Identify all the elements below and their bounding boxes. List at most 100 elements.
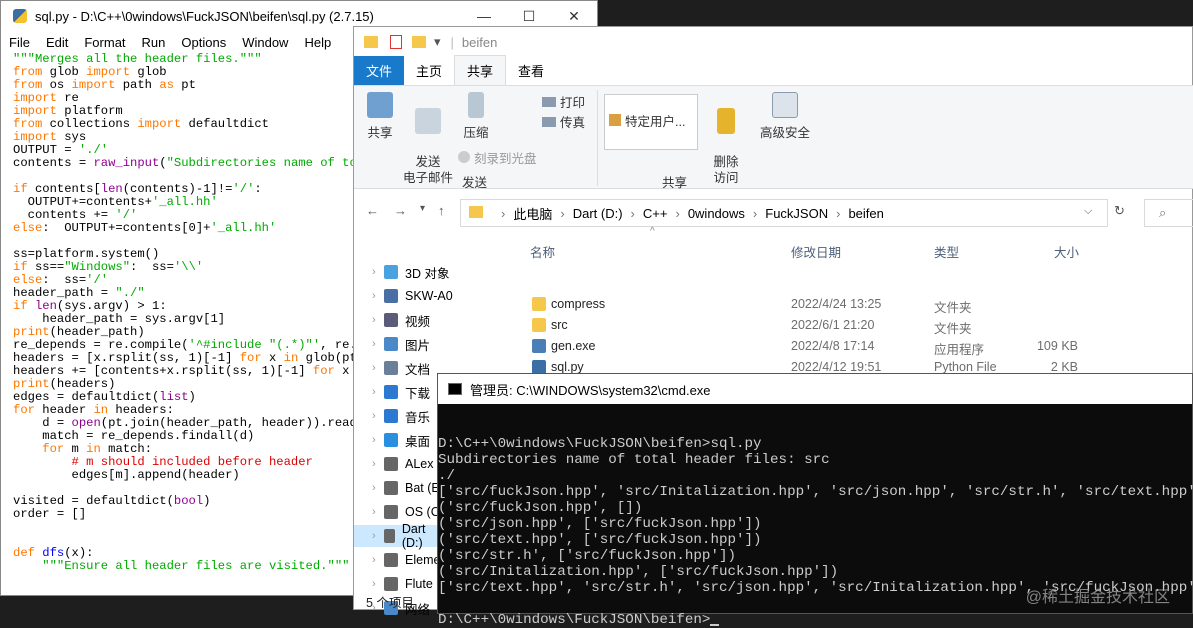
zip-button[interactable]: 压缩 [458,92,494,141]
folder-icon [532,318,546,332]
menu-window[interactable]: Window [242,35,288,50]
expand-chevron-icon[interactable]: › [372,482,376,494]
breadcrumb-item[interactable]: C++ [643,206,668,221]
explorer-title: beifen [461,34,498,50]
specific-users-list[interactable]: 特定用户... [604,94,698,150]
nav-item-icon [384,577,398,591]
nav-item[interactable]: › 桌面 [372,429,430,451]
cmd-title-bar[interactable]: 管理员: C:\WINDOWS\system32\cmd.exe [438,374,1192,404]
nav-item[interactable]: › 3D 对象 [372,261,449,283]
nav-item-label: 文档 [405,362,431,377]
menu-edit[interactable]: Edit [46,35,68,50]
watermark: @稀土掘金技术社区 [1025,589,1170,606]
expand-chevron-icon[interactable]: › [372,578,376,590]
properties-icon[interactable] [390,35,402,49]
chevron-right-icon[interactable]: › [675,206,679,221]
file-date: 2022/4/8 17:14 [791,339,875,353]
nav-item[interactable]: › 下载 [372,381,431,403]
file-row[interactable]: src 2022/6/1 21:20 文件夹 [514,315,1134,336]
tab-share[interactable]: 共享 [454,55,507,85]
nav-item-label: Flute [405,577,433,591]
nav-item-icon [384,529,395,543]
tab-file[interactable]: 文件 [354,56,405,85]
address-chevron-icon[interactable]: ⌵ [1084,205,1092,218]
column-type[interactable]: 类型 [934,242,959,261]
advanced-security-button[interactable]: 高级安全 [758,92,812,141]
menu-file[interactable]: File [9,35,30,50]
console-line: ('src/text.hpp', ['src/fuckJson.hpp']) [438,532,762,548]
nav-item[interactable]: › 文档 [372,357,431,379]
expand-chevron-icon[interactable]: › [372,434,376,446]
menu-options[interactable]: Options [181,35,226,50]
nav-item-icon [384,385,398,399]
chevron-down-icon[interactable]: ▾ [434,34,441,50]
expand-chevron-icon[interactable]: › [372,386,376,398]
menu-help[interactable]: Help [304,35,331,50]
expand-chevron-icon[interactable]: › [372,362,376,374]
expand-chevron-icon[interactable]: › [372,458,376,470]
expand-chevron-icon[interactable]: › [372,530,376,542]
breadcrumb-item[interactable]: 此电脑 [513,204,552,223]
expand-chevron-icon[interactable]: › [372,338,376,350]
breadcrumb-item[interactable]: Dart (D:) [573,206,623,221]
share-button[interactable]: 共享 [362,92,398,141]
column-name[interactable]: 名称 [530,242,555,261]
nav-item-label: 视频 [405,314,431,329]
refresh-icon[interactable]: ↻ [1114,203,1125,219]
print-button[interactable]: 打印 [542,92,585,111]
fax-button[interactable]: 传真 [542,112,585,131]
expand-chevron-icon[interactable]: › [372,506,376,518]
menu-format[interactable]: Format [84,35,125,50]
nav-item-icon [384,313,398,327]
nav-item[interactable]: › 视频 [372,309,431,331]
expand-chevron-icon[interactable]: › [372,410,376,422]
chevron-right-icon[interactable]: › [631,206,635,221]
email-button[interactable]: 发送 电子邮件 [400,92,456,202]
column-date[interactable]: 修改日期 [791,242,841,261]
breadcrumb-item[interactable]: 0windows [688,206,745,221]
chevron-right-icon[interactable]: › [753,206,757,221]
expand-chevron-icon[interactable]: › [372,314,376,326]
up-arrow-icon[interactable]: ↑ [438,203,445,218]
breadcrumb[interactable]: › 此电脑 › Dart (D:) › C++ › 0windows › FuckJSON › bei… [460,199,1108,227]
nav-item[interactable]: › 图片 [372,333,430,355]
forward-arrow-icon[interactable]: → [394,203,407,218]
chevron-right-icon[interactable]: › [836,206,840,221]
folder-icon[interactable] [364,36,378,48]
expand-chevron-icon[interactable]: › [372,266,376,278]
nav-item[interactable]: › ALex [372,453,434,475]
remove-access-button[interactable]: 删除 访问 [706,92,746,202]
chevron-right-icon[interactable]: › [501,206,505,221]
burn-disc-button[interactable]: 刻录到光盘 [458,148,537,167]
nav-item-label: 下载 [405,386,431,401]
nav-item-icon [384,289,398,303]
breadcrumb-item[interactable]: FuckJSON [765,206,828,221]
chevron-right-icon[interactable]: › [560,206,564,221]
python-icon [13,9,27,23]
column-size[interactable]: 大小 [1054,242,1079,261]
expand-chevron-icon[interactable]: › [372,290,376,302]
file-row[interactable]: compress 2022/4/24 13:25 文件夹 [514,294,1134,315]
breadcrumb-item[interactable]: beifen [848,206,883,221]
nav-item-label: ALex [405,457,434,471]
console-line: D:\C++\0windows\FuckJSON\beifen> [438,612,1193,628]
menu-run[interactable]: Run [142,35,166,50]
recent-chevron-icon[interactable]: ▾ [420,203,425,214]
nav-item[interactable]: › Dart (D:) [354,522,439,550]
file-row[interactable]: gen.exe 2022/4/8 17:14 应用程序 109 KB [514,336,1134,357]
file-name: compress [551,297,606,311]
tab-home[interactable]: 主页 [404,56,454,85]
tab-view[interactable]: 查看 [506,56,556,85]
nav-item[interactable]: › SKW-A0 [372,285,453,307]
new-folder-icon[interactable] [412,36,426,48]
search-input[interactable]: ⌕ [1144,199,1193,227]
expand-chevron-icon[interactable]: › [372,554,376,566]
console-line: ./ [438,468,456,484]
nav-item[interactable]: › 音乐 [372,405,430,427]
file-date: 2022/4/12 19:51 [791,360,882,374]
console-line: ('src/json.hpp', ['src/fuckJson.hpp']) [438,516,762,532]
nav-item-icon [384,409,398,423]
back-arrow-icon[interactable]: ← [366,203,379,218]
file-type: Python File [934,360,997,374]
search-icon: ⌕ [1159,205,1167,220]
